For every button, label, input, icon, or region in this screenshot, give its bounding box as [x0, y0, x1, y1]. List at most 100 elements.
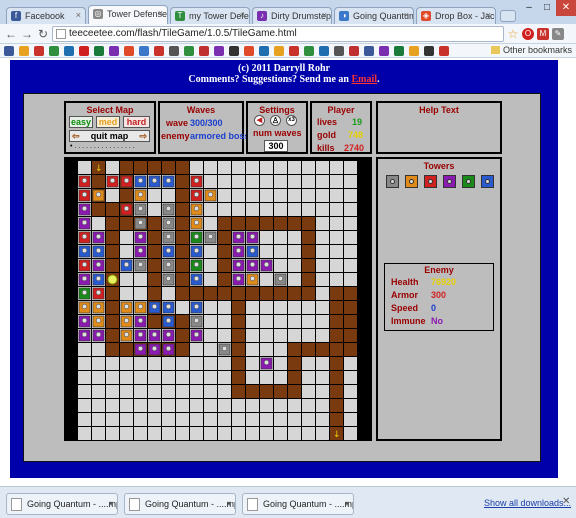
tower-option[interactable] [481, 175, 494, 188]
bookmark-icon[interactable] [439, 46, 449, 56]
speed-button[interactable]: x3 [286, 115, 297, 126]
grid-tile [204, 273, 217, 286]
help-panel: Help Text [376, 101, 502, 154]
bookmark-icon[interactable] [19, 46, 29, 56]
tower-option[interactable] [462, 175, 475, 188]
bookmark-icon[interactable] [424, 46, 434, 56]
path-tile [204, 287, 217, 300]
chevron-down-icon[interactable]: ▾ [227, 499, 231, 508]
tab-drop-box[interactable]: ◈ Drop Box - Jacob × [416, 7, 496, 24]
grid-tile [204, 427, 217, 440]
bookmark-icon[interactable] [109, 46, 119, 56]
page-icon: ◎ [93, 9, 103, 19]
grid-tile [92, 343, 105, 356]
path-tile [288, 385, 301, 398]
bookmark-icon[interactable] [229, 46, 239, 56]
person-icon[interactable]: ♙ [270, 115, 281, 126]
address-bar[interactable]: teeceetee.com/flash/TileGame/1.0.5/TileG… [52, 26, 504, 42]
close-icon[interactable]: × [404, 10, 409, 20]
page-icon [56, 29, 66, 39]
close-window-icon[interactable]: ✕ [556, 0, 576, 16]
grid-tile [162, 413, 175, 426]
game-board[interactable]: ↓ ↓ [64, 157, 372, 441]
bookmark-icon[interactable] [274, 46, 284, 56]
back-icon[interactable]: ← [4, 27, 18, 41]
bookmark-icon[interactable] [4, 46, 14, 56]
path-tile [218, 245, 231, 258]
bookmark-icon[interactable] [214, 46, 224, 56]
tower-turret [277, 275, 284, 282]
tab-facebook[interactable]: f Facebook × [6, 7, 86, 24]
bookmark-icon[interactable] [334, 46, 344, 56]
bookmark-icon[interactable] [139, 46, 149, 56]
bookmark-icon[interactable] [49, 46, 59, 56]
minimize-icon[interactable]: – [520, 0, 538, 16]
bookmark-icon[interactable] [364, 46, 374, 56]
opera-icon[interactable]: O [522, 28, 534, 40]
close-icon[interactable]: × [158, 8, 163, 18]
wrench-icon[interactable]: ✎ [552, 28, 564, 40]
bookmark-icon[interactable] [349, 46, 359, 56]
tab-tower-defense[interactable]: ◎ Tower Defense × [88, 5, 168, 24]
bookmark-icon[interactable] [34, 46, 44, 56]
bookmark-icon[interactable] [289, 46, 299, 56]
bookmark-icon[interactable] [94, 46, 104, 56]
bookmark-icon[interactable] [184, 46, 194, 56]
bookmark-icon[interactable] [64, 46, 74, 56]
tower-turret [81, 247, 88, 254]
tab-my-tower-defense[interactable]: T my Tower Defens × [170, 7, 250, 24]
sound-mute-icon[interactable]: ◀ [254, 115, 265, 126]
download-item[interactable]: Going Quantum - ....mp3 ▾ [6, 493, 118, 515]
map-grid[interactable]: ↓↓ [78, 161, 358, 441]
easy-button[interactable]: easy [69, 116, 93, 128]
show-all-downloads-link[interactable]: Show all downloads... [484, 498, 571, 508]
tower-option[interactable] [386, 175, 399, 188]
grid-tile [260, 413, 273, 426]
bookmark-icon[interactable] [169, 46, 179, 56]
bookmark-icon[interactable] [199, 46, 209, 56]
tab-going-quantum[interactable]: ◑ Going Quantum - × [334, 7, 414, 24]
bookmark-icon[interactable] [154, 46, 164, 56]
email-link[interactable]: Email [352, 74, 378, 85]
maximize-icon[interactable]: □ [538, 0, 556, 16]
tower-option[interactable] [405, 175, 418, 188]
forward-icon[interactable]: → [20, 27, 34, 41]
grid-tile [78, 371, 91, 384]
tower-option[interactable] [443, 175, 456, 188]
tower-option[interactable] [424, 175, 437, 188]
grid-tile [218, 161, 231, 174]
quit-map-button[interactable]: ⇦ quit map ⇨ [69, 130, 150, 142]
close-icon[interactable]: × [322, 10, 327, 20]
close-icon[interactable]: × [240, 10, 245, 20]
tower-turret [95, 317, 102, 324]
close-icon[interactable]: × [486, 10, 491, 20]
bookmark-icon[interactable] [259, 46, 269, 56]
chevron-down-icon[interactable]: ▾ [109, 499, 113, 508]
new-tab-button[interactable] [500, 10, 516, 22]
download-item[interactable]: Going Quantum - ....mp3 ▾ [242, 493, 354, 515]
hard-button[interactable]: hard [123, 116, 150, 128]
close-icon[interactable]: × [76, 10, 81, 20]
reload-icon[interactable]: ↻ [36, 27, 50, 41]
bookmark-icon[interactable] [379, 46, 389, 56]
bookmark-icon[interactable] [244, 46, 254, 56]
bookmark-icon[interactable] [319, 46, 329, 56]
bookmark-icon[interactable] [79, 46, 89, 56]
grid-tile [106, 385, 119, 398]
tab-dirty-drumstep[interactable]: ♪ Dirty Drumstep M × [252, 7, 332, 24]
tower-turret [207, 233, 214, 240]
download-item[interactable]: Going Quantum - ....mp3 ▾ [124, 493, 236, 515]
num-waves-input[interactable]: 300 [264, 140, 288, 152]
bookmark-icon[interactable] [124, 46, 134, 56]
other-bookmarks[interactable]: Other bookmarks [491, 45, 572, 55]
gmail-icon[interactable]: M [537, 28, 549, 40]
grid-tile [316, 301, 329, 314]
med-button[interactable]: med [96, 116, 120, 128]
chevron-down-icon[interactable]: ▾ [345, 499, 349, 508]
bookmark-icon[interactable] [394, 46, 404, 56]
bookmark-icon[interactable] [409, 46, 419, 56]
star-icon[interactable]: ☆ [506, 27, 520, 41]
bookmark-icon[interactable] [304, 46, 314, 56]
tab-label: Facebook [25, 11, 65, 21]
close-icon[interactable]: ✕ [562, 496, 570, 507]
